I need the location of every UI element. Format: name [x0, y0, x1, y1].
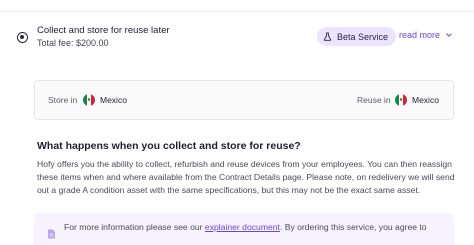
mexico-flag-icon	[395, 94, 407, 106]
info-text: For more information please see our expl…	[64, 222, 427, 232]
option-title: Collect and store for reuse later	[37, 25, 170, 36]
badge-label: Beta Service	[337, 31, 389, 42]
info-text-before: For more information please see our	[64, 222, 205, 232]
chevron-down-icon	[446, 33, 452, 37]
document-icon	[48, 229, 55, 239]
store-in-label: Store in	[48, 95, 78, 105]
section-description: Hofy offers you the ability to collect, …	[37, 159, 455, 195]
info-callout: For more information please see our expl…	[34, 213, 454, 245]
radio-selected-icon[interactable]	[17, 32, 28, 43]
section-heading: What happens when you collect and store …	[37, 140, 301, 152]
reuse-in-value: Mexico	[412, 95, 439, 105]
mexico-flag-icon	[83, 94, 95, 106]
flask-icon	[323, 32, 332, 41]
read-more-button[interactable]: read more	[399, 30, 453, 40]
location-panel: Store in Mexico Reuse in Mexico	[34, 80, 454, 120]
option-fee: Total fee: $200.00	[37, 38, 109, 48]
top-divider	[0, 0, 474, 12]
read-more-label: read more	[399, 30, 441, 40]
store-in-value: Mexico	[100, 95, 127, 105]
beta-service-badge: Beta Service	[317, 27, 397, 46]
info-text-after: . By ordering this service, you agree to	[279, 222, 427, 232]
radio-dot	[20, 35, 24, 39]
explainer-document-link[interactable]: explainer document	[205, 222, 280, 232]
reuse-in-label: Reuse in	[357, 95, 391, 105]
